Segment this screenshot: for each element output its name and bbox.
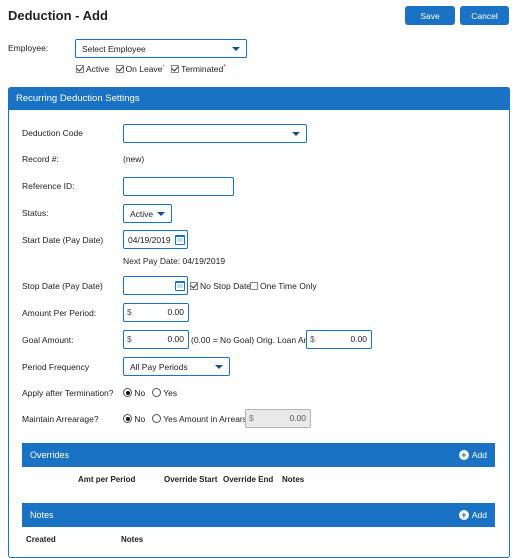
dollar-icon: $: [249, 413, 254, 423]
filter-on-leave[interactable]: On Leave*: [115, 64, 165, 74]
employee-select-value: Select Employee: [82, 43, 146, 54]
notes-col-created: Created: [26, 535, 56, 544]
dollar-icon: $: [127, 307, 132, 317]
required-mark: *: [223, 64, 226, 71]
overrides-col-amt-per-period: Amt per Period: [78, 475, 136, 484]
dollar-icon: $: [310, 334, 315, 344]
radio-arrearage-yes[interactable]: [152, 414, 161, 423]
status-value: Active: [130, 208, 154, 219]
checkbox-one-time-only[interactable]: [250, 282, 258, 290]
apply-yes-label: Yes: [163, 388, 178, 398]
notes-col-notes: Notes: [121, 535, 144, 544]
period-frequency-select[interactable]: All Pay Periods: [123, 357, 230, 376]
employee-select[interactable]: Select Employee: [75, 39, 247, 58]
goal-amount-input[interactable]: $ 0.00: [123, 330, 189, 349]
amount-per-period-value: 0.00: [167, 307, 184, 317]
chevron-down-icon: [232, 47, 240, 51]
deduction-code-label: Deduction Code: [22, 128, 83, 138]
arrearage-no-option[interactable]: No: [123, 414, 145, 425]
start-date-value: 04/19/2019: [128, 234, 171, 245]
overrides-title: Overrides: [30, 450, 70, 460]
record-label: Record #:: [22, 154, 59, 164]
status-select[interactable]: Active: [123, 204, 172, 223]
overrides-add-button[interactable]: + Add: [458, 450, 487, 460]
calendar-icon[interactable]: [175, 235, 185, 245]
arrears-amount-value: 0.00: [289, 413, 306, 423]
radio-apply-no[interactable]: [123, 388, 132, 397]
arrearage-no-label: No: [134, 414, 146, 424]
reference-id-input[interactable]: [123, 177, 234, 196]
period-frequency-value: All Pay Periods: [130, 361, 188, 372]
one-time-only-label: One Time Only: [260, 281, 317, 291]
overrides-header: Overrides + Add: [22, 443, 495, 467]
apply-after-termination-label: Apply after Termination?: [22, 388, 114, 398]
checkbox-no-stop-date[interactable]: [190, 282, 198, 290]
checkbox-terminated[interactable]: [171, 65, 180, 73]
employee-filters: Active On Leave* Terminated*: [76, 62, 226, 75]
orig-loan-amount-input[interactable]: $ 0.00: [306, 330, 372, 349]
panel-title: Recurring Deduction Settings: [8, 87, 510, 110]
record-value: (new): [123, 154, 145, 164]
reference-id-label: Reference ID:: [22, 181, 75, 191]
apply-no-label: No: [134, 388, 146, 398]
leave-mark: *: [162, 65, 165, 71]
goal-note: (0.00 = No Goal) Orig. Loan Amt:: [191, 335, 316, 345]
overrides-col-override-start: Override Start: [164, 475, 218, 484]
overrides-col-override-end: Override End: [223, 475, 274, 484]
filter-active-label: Active: [86, 64, 110, 74]
cancel-button[interactable]: Cancel: [460, 6, 509, 25]
page-title: Deduction - Add: [8, 8, 108, 23]
notes-title: Notes: [30, 510, 54, 520]
amount-per-period-input[interactable]: $ 0.00: [123, 303, 189, 322]
radio-arrearage-no[interactable]: [123, 414, 132, 423]
one-time-only-option[interactable]: One Time Only: [250, 281, 317, 292]
calendar-icon[interactable]: [175, 281, 185, 291]
dollar-icon: $: [127, 334, 132, 344]
save-button[interactable]: Save: [405, 6, 455, 25]
goal-amount-value: 0.00: [167, 334, 184, 344]
orig-loan-amount-value: 0.00: [350, 334, 367, 344]
deduction-code-select[interactable]: [123, 124, 307, 143]
filter-terminated[interactable]: Terminated*: [171, 64, 226, 74]
no-stop-date-option[interactable]: No Stop Date: [190, 281, 251, 292]
checkbox-on-leave[interactable]: [115, 65, 124, 73]
apply-no-option[interactable]: No: [123, 388, 145, 399]
checkbox-active[interactable]: [76, 65, 84, 73]
apply-yes-option[interactable]: Yes: [152, 388, 177, 399]
status-label: Status:: [22, 208, 49, 218]
chevron-down-icon: [157, 212, 165, 216]
notes-add-button[interactable]: + Add: [458, 510, 487, 520]
amount-per-period-label: Amount Per Period:: [22, 308, 97, 318]
filter-terminated-label: Terminated: [181, 64, 224, 74]
stop-date-label: Stop Date (Pay Date): [22, 281, 103, 291]
overrides-col-notes: Notes: [282, 475, 305, 484]
filter-on-leave-label: On Leave: [125, 64, 163, 74]
maintain-arrearage-label: Maintain Arrearage?: [22, 414, 99, 424]
filter-active[interactable]: Active: [76, 64, 109, 74]
plus-icon: +: [458, 510, 469, 520]
recurring-deduction-panel: [8, 87, 510, 558]
radio-apply-yes[interactable]: [152, 388, 161, 397]
plus-icon: +: [458, 450, 469, 460]
notes-header: Notes + Add: [22, 503, 495, 527]
arrearage-yes-label: Yes Amount in Arrears:: [163, 414, 250, 424]
employee-label: Employee:: [8, 43, 49, 53]
notes-add-label: Add: [471, 510, 487, 520]
arrearage-yes-option[interactable]: Yes Amount in Arrears:: [152, 414, 249, 425]
arrears-amount-input[interactable]: $ 0.00: [245, 409, 311, 428]
overrides-add-label: Add: [471, 450, 487, 460]
start-date-label: Start Date (Pay Date): [22, 235, 104, 245]
no-stop-date-label: No Stop Date: [200, 281, 252, 291]
next-pay-date: Next Pay Date: 04/19/2019: [123, 256, 226, 266]
chevron-down-icon: [215, 365, 223, 369]
goal-amount-label: Goal Amount:: [22, 335, 74, 345]
period-frequency-label: Period Frequency: [22, 362, 90, 372]
chevron-down-icon: [292, 132, 300, 136]
